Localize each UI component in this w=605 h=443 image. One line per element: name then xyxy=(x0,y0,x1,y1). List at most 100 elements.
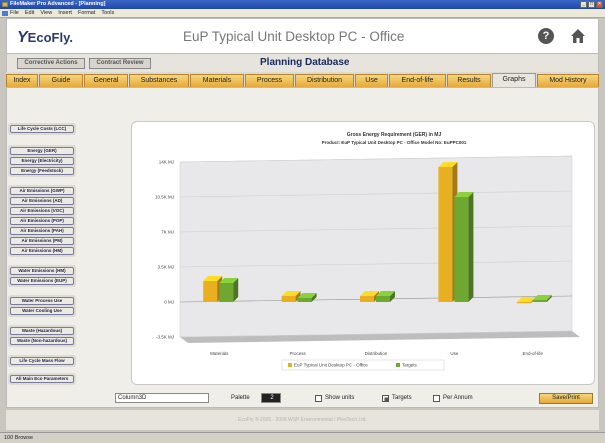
menu-bar: File Edit View Insert Format Tools xyxy=(0,9,605,18)
corrective-actions-button[interactable]: Corrective Actions xyxy=(17,58,85,69)
water-eup-button[interactable]: Water Emissions (EUP) xyxy=(10,277,74,285)
window-titlebar: FileMaker Pro Advanced - [Planning] _ □ … xyxy=(0,0,605,9)
bar-side xyxy=(468,192,474,302)
bar-front xyxy=(376,296,390,302)
chart-subtitle: Product: EuP Typical Unit Desktop PC - O… xyxy=(322,140,467,145)
tab-substances[interactable]: Substances xyxy=(129,74,189,87)
ger-bar-chart: Gross Energy Requirement (GER) in MJ Pro… xyxy=(155,132,580,371)
air-pah-button[interactable]: Air Emissions (PAH) xyxy=(10,227,74,235)
y-tick-label: -3.5K MJ xyxy=(156,335,174,340)
checkmark-icon xyxy=(384,397,389,402)
x-category-label: Materials xyxy=(210,351,229,356)
top-button-row: Corrective Actions Contract Review Plann… xyxy=(6,54,599,72)
energy-electricity-button[interactable]: Energy (Electricity) xyxy=(10,157,74,165)
bar-front xyxy=(532,300,547,302)
all-main-eco-parameters-button[interactable]: All Main Eco Parameters xyxy=(10,375,74,383)
maximize-button[interactable]: □ xyxy=(588,1,595,8)
tab-graphs[interactable]: Graphs xyxy=(492,73,536,87)
save-print-button[interactable]: Save/Print xyxy=(539,393,593,404)
chart-title: Gross Energy Requirement (GER) in MJ xyxy=(347,132,442,138)
menu-file[interactable]: File xyxy=(10,9,19,17)
air-ad-button[interactable]: Air Emissions (AD) xyxy=(10,197,74,205)
minimize-button[interactable]: _ xyxy=(580,1,587,8)
menu-edit[interactable]: Edit xyxy=(25,9,34,17)
bar-front xyxy=(219,283,234,302)
x-category-label: Distribution xyxy=(365,351,388,356)
y-tick-label: 7K MJ xyxy=(161,230,174,235)
targets-label: Targets xyxy=(392,395,412,401)
contract-review-button[interactable]: Contract Review xyxy=(89,58,151,69)
ecofly-logo: YEcoFly. xyxy=(17,29,73,46)
close-button[interactable]: × xyxy=(596,1,603,8)
lcc-button[interactable]: Life Cycle Costs (LCC) xyxy=(10,125,74,133)
x-category-label: End-of-life xyxy=(523,351,544,356)
y-tick-label: 0 MJ xyxy=(164,300,174,305)
tab-materials[interactable]: Materials xyxy=(190,74,244,87)
database-title: Planning Database xyxy=(260,57,350,68)
footer-copyright: EcoFly ® 2005 - 2008 WSP Environmental /… xyxy=(6,410,599,430)
air-voc-button[interactable]: Air Emissions (VOC) xyxy=(10,207,74,215)
show-units-label: Show units xyxy=(325,395,355,401)
y-tick-label: 14K MJ xyxy=(159,160,174,165)
chart-controls: Column3D Palette 2 Show units Targets Pe… xyxy=(115,393,595,407)
bar xyxy=(454,192,474,302)
menu-insert[interactable]: Insert xyxy=(58,9,72,17)
air-gwp-button[interactable]: Air Emissions (GWP) xyxy=(10,187,74,195)
tab-guide[interactable]: Guide xyxy=(39,74,83,87)
filemaker-app-icon xyxy=(2,2,8,7)
tab-distribution[interactable]: Distribution xyxy=(295,74,354,87)
life-cycle-mass-flow-button[interactable]: Life Cycle Mass Flow xyxy=(10,357,74,365)
chart-container: Gross Energy Requirement (GER) in MJ Pro… xyxy=(131,121,595,385)
y-tick-label: 3.5K MJ xyxy=(157,265,174,270)
bar-front xyxy=(281,296,296,302)
app-header: YEcoFly. EuP Typical Unit Desktop PC - O… xyxy=(6,18,599,54)
app-title: EuP Typical Unit Desktop PC - Office xyxy=(183,29,405,44)
graph-selector-sidebar: Life Cycle Costs (LCC) Energy (GER) Ener… xyxy=(8,123,104,403)
bar-front xyxy=(203,281,218,302)
bar xyxy=(219,278,239,302)
tab-use[interactable]: Use xyxy=(355,74,388,87)
window-title: FileMaker Pro Advanced - [Planning] xyxy=(10,1,106,7)
water-cooling-use-button[interactable]: Water Cooling Use xyxy=(10,307,74,315)
bar-front xyxy=(516,302,531,304)
air-pm-button[interactable]: Air Emissions (PM) xyxy=(10,237,74,245)
palette-select[interactable]: 2 xyxy=(261,393,281,403)
chart-type-select[interactable]: Column3D xyxy=(115,393,209,403)
tab-general[interactable]: General xyxy=(84,74,128,87)
palette-label: Palette xyxy=(231,395,250,401)
water-hm-button[interactable]: Water Emissions (HM) xyxy=(10,267,74,275)
document-icon xyxy=(2,11,8,16)
tab-bar: Index Guide General Substances Materials… xyxy=(6,72,599,87)
energy-feedstock-button[interactable]: Energy (Feedstock) xyxy=(10,167,74,175)
bar-front xyxy=(297,298,312,302)
tab-end-of-life[interactable]: End-of-life xyxy=(389,74,446,87)
targets-checkbox[interactable] xyxy=(382,395,389,402)
air-pop-button[interactable]: Air Emissions (POP) xyxy=(10,217,74,225)
y-tick-label: 10.5K MJ xyxy=(155,195,174,200)
waste-hazardous-button[interactable]: Waste (Hazardous) xyxy=(10,327,74,335)
menu-view[interactable]: View xyxy=(40,9,52,17)
energy-ger-button[interactable]: Energy (GER) xyxy=(10,147,74,155)
legend-swatch xyxy=(396,363,400,367)
legend-label: Targets xyxy=(402,363,418,368)
bar-front xyxy=(438,167,453,302)
home-icon[interactable] xyxy=(570,28,586,44)
menu-format[interactable]: Format xyxy=(78,9,95,17)
per-annum-label: Per Annum xyxy=(443,395,473,401)
air-hm-button[interactable]: Air Emissions (HM) xyxy=(10,247,74,255)
bar-front xyxy=(360,296,374,302)
help-icon[interactable]: ? xyxy=(538,28,554,44)
x-category-label: Use xyxy=(450,351,458,356)
menu-tools[interactable]: Tools xyxy=(101,9,114,17)
tab-mod-history[interactable]: Mod History xyxy=(537,74,599,87)
tab-results[interactable]: Results xyxy=(447,74,491,87)
waste-non-hazardous-button[interactable]: Waste (Non-hazardous) xyxy=(10,337,74,345)
bar-front xyxy=(454,197,469,302)
show-units-checkbox[interactable] xyxy=(315,395,322,402)
per-annum-checkbox[interactable] xyxy=(433,395,440,402)
status-bar: 100 Browse xyxy=(0,432,605,443)
water-process-use-button[interactable]: Water Process Use xyxy=(10,297,74,305)
legend-label: EuP Typical Unit Desktop PC - Office xyxy=(294,363,368,368)
tab-index[interactable]: Index xyxy=(6,74,38,87)
tab-process[interactable]: Process xyxy=(245,74,294,87)
